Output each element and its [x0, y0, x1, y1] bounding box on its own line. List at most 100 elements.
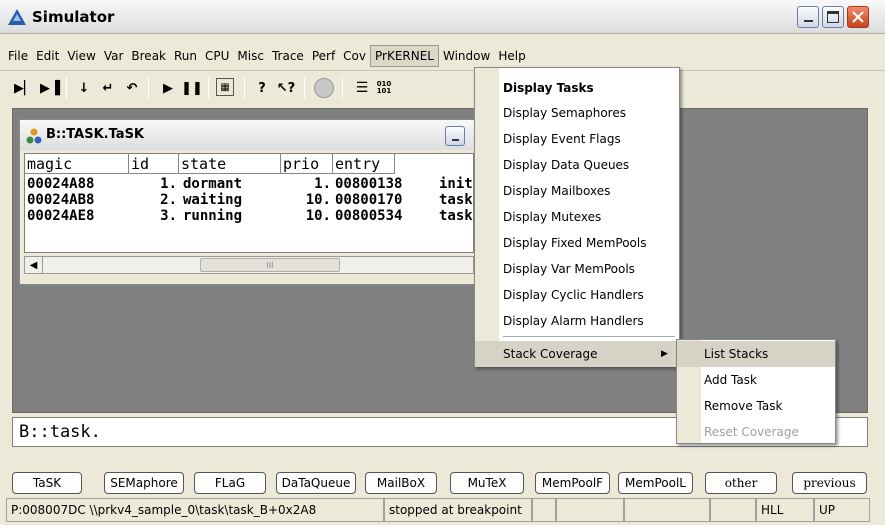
softkey-flag-button[interactable]: FLaG: [194, 472, 266, 494]
softkey-mempooll-button[interactable]: MemPoolL: [618, 472, 693, 494]
return-icon[interactable]: ↶: [122, 78, 142, 98]
menu-item-reset-coverage[interactable]: Reset Coverage: [704, 419, 799, 445]
table-cell-state[interactable]: waiting: [183, 192, 242, 208]
softkey-task-button[interactable]: TaSK: [12, 472, 82, 494]
menu-item-display-semaphores[interactable]: Display Semaphores: [503, 100, 626, 126]
menu-item-stack-coverage-label: Stack Coverage: [503, 347, 598, 361]
table-cell-state[interactable]: running: [183, 208, 242, 224]
prkernel-dropdown-menu: Display Tasks Display Semaphores Display…: [474, 67, 680, 367]
minimize-icon: [452, 139, 459, 141]
menu-item-display-tasks[interactable]: Display Tasks: [503, 75, 594, 101]
menu-item-display-event-flags[interactable]: Display Event Flags: [503, 126, 621, 152]
scroll-thumb[interactable]: III: [200, 258, 340, 272]
pause-icon[interactable]: ❚❚: [181, 78, 203, 98]
menu-break[interactable]: Break: [127, 46, 170, 66]
toolbar-separator: [208, 77, 209, 99]
status-field: [624, 498, 710, 522]
menu-item-list-stacks[interactable]: List Stacks: [704, 341, 768, 367]
table-cell-name[interactable]: task: [439, 192, 473, 208]
maximize-button[interactable]: [822, 6, 844, 28]
column-header-magic[interactable]: magic: [25, 154, 129, 174]
task-window-minimize-button[interactable]: [445, 126, 465, 146]
menu-item-display-data-queues[interactable]: Display Data Queues: [503, 152, 629, 178]
menu-run[interactable]: Run: [170, 46, 201, 66]
menu-window[interactable]: Window: [439, 46, 494, 66]
softkey-semaphore-button[interactable]: SEMaphore: [104, 472, 184, 494]
table-cell-state[interactable]: dormant: [183, 176, 242, 192]
toolbar: ▶▏ ▶▐ ↓ ↵ ↶ ▶ ❚❚ ▦ ? ↖? ☰ 010 101: [0, 70, 885, 104]
step-over-icon[interactable]: ▶▐: [40, 78, 60, 98]
menu-edit[interactable]: Edit: [32, 46, 63, 66]
menu-file[interactable]: File: [4, 46, 32, 66]
menu-item-display-var-mempools[interactable]: Display Var MemPools: [503, 256, 635, 282]
table-cell-prio[interactable]: 1.: [281, 176, 331, 192]
down-icon[interactable]: ↓: [74, 78, 94, 98]
up-return-icon[interactable]: ↵: [98, 78, 118, 98]
status-mode: HLL: [756, 498, 814, 522]
softkey-mailbox-button[interactable]: MailBoX: [365, 472, 437, 494]
register-view-icon[interactable]: ▦: [216, 78, 234, 96]
menu-item-display-mutexes[interactable]: Display Mutexes: [503, 204, 601, 230]
toolbar-separator: [304, 77, 305, 99]
softkey-mutex-button[interactable]: MuTeX: [450, 472, 524, 494]
column-header-entry[interactable]: entry: [333, 154, 395, 174]
stop-icon[interactable]: [314, 78, 334, 98]
task-window-titlebar[interactable]: B::TASK.TaSK: [20, 120, 474, 150]
menu-view[interactable]: View: [63, 46, 99, 66]
table-cell-name[interactable]: task: [439, 208, 473, 224]
menu-bar: File Edit View Var Break Run CPU Misc Tr…: [0, 45, 885, 67]
status-state: stopped at breakpoint: [384, 498, 532, 522]
list-icon[interactable]: ☰: [352, 78, 372, 98]
column-header-state[interactable]: state: [179, 154, 281, 174]
softkey-other-button[interactable]: other: [705, 472, 777, 494]
table-cell-name[interactable]: init: [439, 176, 473, 192]
go-icon[interactable]: ▶: [158, 78, 178, 98]
table-cell-id[interactable]: 1.: [129, 176, 177, 192]
status-field: [710, 498, 756, 522]
softkey-previous-button[interactable]: previous: [792, 472, 867, 494]
menu-help[interactable]: Help: [494, 46, 529, 66]
table-cell-entry[interactable]: 00800170: [335, 192, 402, 208]
column-header-prio[interactable]: prio: [281, 154, 333, 174]
menu-item-display-cyclic-handlers[interactable]: Display Cyclic Handlers: [503, 282, 644, 308]
scroll-left-button[interactable]: ◀: [25, 257, 43, 273]
table-cell-magic[interactable]: 00024A88: [27, 176, 94, 192]
help-icon[interactable]: ?: [252, 78, 272, 98]
minimize-button[interactable]: [797, 6, 819, 28]
softkey-dataqueue-button[interactable]: DaTaQueue: [276, 472, 356, 494]
task-window[interactable]: B::TASK.TaSK magic id state prio entry 0…: [19, 119, 475, 285]
menu-item-stack-coverage[interactable]: Stack Coverage ▶: [475, 341, 679, 367]
menu-trace[interactable]: Trace: [268, 46, 308, 66]
softkey-mempoolf-button[interactable]: MemPoolF: [535, 472, 610, 494]
menu-item-add-task[interactable]: Add Task: [704, 367, 757, 393]
menu-item-remove-task[interactable]: Remove Task: [704, 393, 782, 419]
menu-item-display-alarm-handlers[interactable]: Display Alarm Handlers: [503, 308, 644, 334]
step-icon[interactable]: ▶▏: [14, 78, 34, 98]
context-help-icon[interactable]: ↖?: [276, 78, 296, 98]
horizontal-scrollbar[interactable]: ◀ III: [24, 256, 474, 274]
table-cell-prio[interactable]: 10.: [281, 192, 331, 208]
menu-cov[interactable]: Cov: [339, 46, 370, 66]
table-cell-id[interactable]: 2.: [129, 192, 177, 208]
table-cell-id[interactable]: 3.: [129, 208, 177, 224]
status-field: [556, 498, 624, 522]
close-button[interactable]: [847, 6, 869, 28]
menu-prkernel[interactable]: PrKERNEL: [370, 45, 439, 67]
table-cell-magic[interactable]: 00024AB8: [27, 192, 94, 208]
menu-perf[interactable]: Perf: [308, 46, 339, 66]
task-window-icon: [26, 128, 42, 144]
table-cell-entry[interactable]: 00800138: [335, 176, 402, 192]
table-cell-magic[interactable]: 00024AE8: [27, 208, 94, 224]
table-cell-entry[interactable]: 00800534: [335, 208, 402, 224]
table-cell-prio[interactable]: 10.: [281, 208, 331, 224]
close-icon: [852, 11, 864, 23]
column-header-id[interactable]: id: [129, 154, 179, 174]
menu-misc[interactable]: Misc: [233, 46, 268, 66]
menu-item-display-mailboxes[interactable]: Display Mailboxes: [503, 178, 610, 204]
status-address: P:008007DC \\prkv4_sample_0\task\task_B+…: [6, 498, 384, 522]
menu-item-display-fixed-mempools[interactable]: Display Fixed MemPools: [503, 230, 646, 256]
menu-cpu[interactable]: CPU: [201, 46, 233, 66]
menu-var[interactable]: Var: [100, 46, 128, 66]
binary-icon[interactable]: 010 101: [374, 78, 394, 98]
stack-coverage-submenu: List Stacks Add Task Remove Task Reset C…: [676, 339, 836, 444]
